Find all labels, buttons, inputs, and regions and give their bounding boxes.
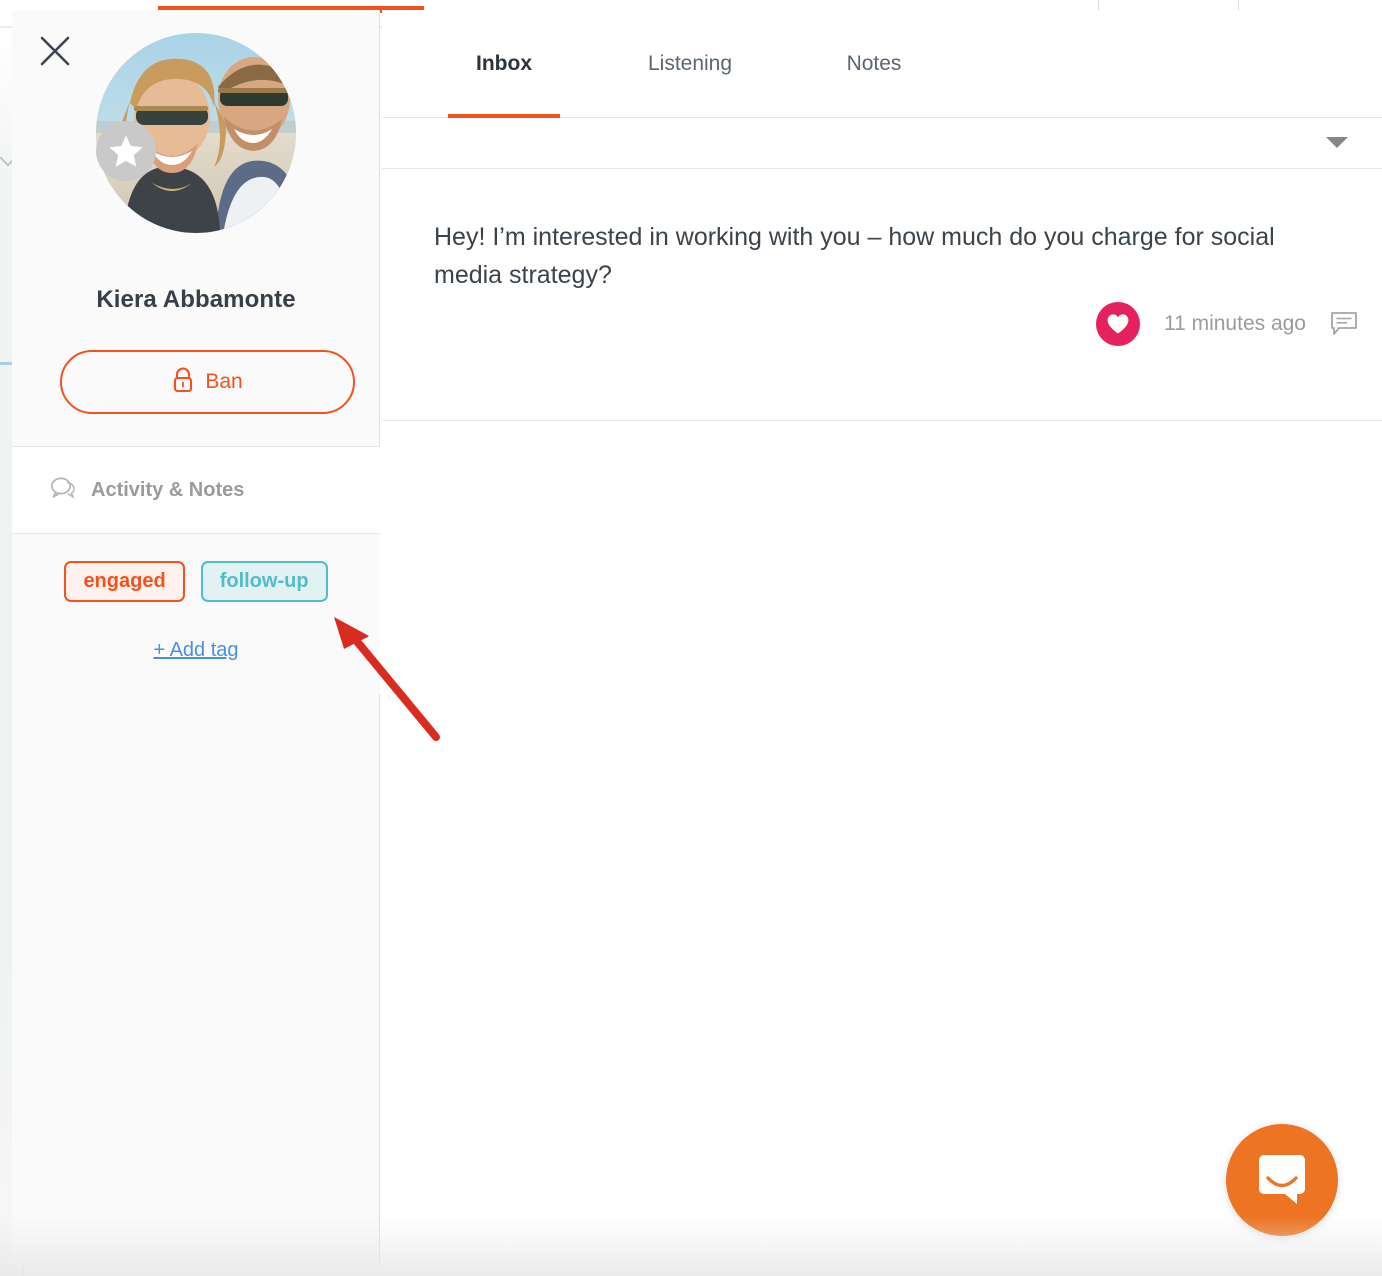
chevron-down-icon[interactable] [1326, 137, 1348, 148]
tab-listening[interactable]: Listening [610, 10, 770, 118]
star-icon [96, 121, 156, 181]
heart-icon[interactable] [1095, 302, 1140, 346]
ban-button[interactable]: Ban [60, 350, 355, 414]
activity-and-notes-label: Activity & Notes [91, 478, 245, 501]
lock-icon [172, 366, 194, 398]
tag-list: engaged follow-up [12, 561, 380, 602]
ban-button-label: Ban [205, 370, 243, 393]
add-tag-link[interactable]: + Add tag [12, 639, 380, 662]
tab-notes-label: Notes [846, 52, 902, 75]
tab-notes[interactable]: Notes [810, 10, 938, 118]
app-root: Kiera Abbamonte Ban Activity & Notes eng… [0, 0, 1382, 1276]
tag-engaged[interactable]: engaged [64, 561, 185, 602]
close-icon[interactable] [38, 34, 72, 68]
message-row[interactable]: Hey! I’m interested in working with you … [382, 169, 1382, 421]
conversation-pane: Inbox Listening Notes Hey! I’m intereste… [382, 10, 1382, 1266]
tab-inbox-label: Inbox [476, 52, 532, 75]
intercom-chat-icon[interactable] [1226, 1124, 1338, 1236]
activity-and-notes-section[interactable]: Activity & Notes [12, 447, 380, 533]
comment-icon[interactable] [1330, 311, 1358, 337]
tab-listening-label: Listening [647, 52, 733, 75]
avatar[interactable] [96, 33, 296, 233]
tag-follow-up[interactable]: follow-up [200, 561, 328, 602]
page-title: Kiera Abbamonte [96, 286, 296, 313]
profile-drawer: Kiera Abbamonte Ban Activity & Notes eng… [12, 10, 380, 1266]
message-meta: 11 minutes ago [1095, 302, 1358, 346]
speech-bubble-icon [50, 476, 76, 504]
message-timestamp: 11 minutes ago [1163, 312, 1306, 335]
message-body: Hey! I’m interested in working with you … [434, 223, 1275, 289]
tab-inbox[interactable]: Inbox [428, 10, 580, 118]
filter-bar [382, 118, 1382, 169]
tags-section: engaged follow-up + Add tag [12, 534, 380, 694]
tab-bar: Inbox Listening Notes [382, 10, 1382, 118]
